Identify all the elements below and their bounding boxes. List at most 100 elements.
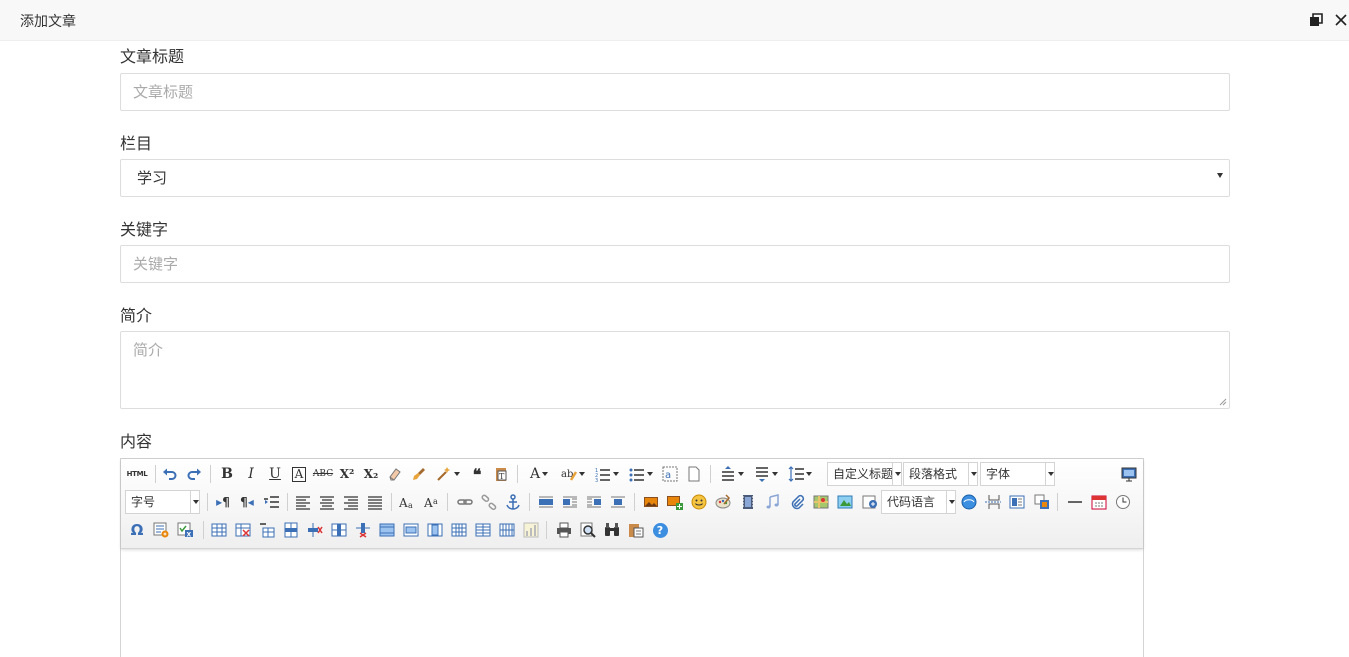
insertcol-icon[interactable] — [329, 520, 349, 540]
background-icon[interactable] — [1032, 492, 1052, 512]
close-icon[interactable] — [1333, 12, 1349, 28]
resize-grip-icon[interactable] — [1219, 398, 1227, 406]
gmap-icon[interactable] — [835, 492, 855, 512]
title-input[interactable]: 文章标题 — [120, 73, 1230, 111]
deletetable-icon[interactable] — [233, 520, 253, 540]
toolbar-separator — [207, 493, 208, 511]
image-none-icon[interactable] — [536, 492, 556, 512]
splittocols-icon[interactable] — [497, 520, 517, 540]
underline-button[interactable]: U — [265, 464, 285, 484]
maximize-icon[interactable] — [1308, 12, 1324, 28]
snapscreen-icon[interactable] — [151, 520, 171, 540]
autotypeset-button[interactable] — [433, 464, 463, 484]
redo-icon[interactable] — [184, 464, 204, 484]
selectall-icon[interactable]: a — [660, 464, 680, 484]
bold-button[interactable]: B — [217, 464, 237, 484]
fullscreen-icon[interactable] — [1119, 464, 1139, 484]
font-size-dropdown[interactable]: 字号 — [125, 490, 200, 514]
preview-icon[interactable] — [578, 520, 598, 540]
template-icon[interactable] — [1007, 492, 1027, 512]
simpleupload-image-icon[interactable] — [641, 492, 661, 512]
anchor-icon[interactable] — [503, 492, 523, 512]
link-icon[interactable] — [455, 492, 475, 512]
undo-icon[interactable] — [160, 464, 180, 484]
superscript-button[interactable]: X² — [337, 464, 357, 484]
mergecells-icon[interactable] — [377, 520, 397, 540]
scrawl-icon[interactable] — [713, 492, 733, 512]
date-icon[interactable] — [1089, 492, 1109, 512]
summary-textarea[interactable]: 简介 — [120, 331, 1230, 409]
fontborder-button[interactable]: A — [289, 464, 309, 484]
insertimage-icon[interactable] — [665, 492, 685, 512]
backcolor-button[interactable]: ab — [559, 464, 587, 484]
mergedown-icon[interactable] — [425, 520, 445, 540]
map-icon[interactable] — [811, 492, 831, 512]
tolowercase-icon[interactable]: Aa — [422, 492, 442, 512]
forecolor-button[interactable]: A — [525, 464, 553, 484]
insertparagraphbeforetable-icon[interactable] — [257, 520, 277, 540]
strikethrough-button[interactable]: ABC — [313, 464, 333, 484]
special-char-button[interactable]: Ω — [127, 520, 147, 540]
blockquote-button[interactable]: ❝ — [467, 464, 487, 484]
cleardoc-icon[interactable] — [684, 464, 704, 484]
insertframe-icon[interactable] — [860, 492, 880, 512]
image-right-icon[interactable] — [584, 492, 604, 512]
touppercase-icon[interactable]: Aa — [397, 492, 417, 512]
brush-icon[interactable] — [409, 464, 429, 484]
editor-content-area[interactable] — [121, 550, 1143, 657]
insertrow-icon[interactable] — [281, 520, 301, 540]
svg-text:X: X — [187, 532, 192, 539]
chevron-down-icon — [190, 491, 199, 513]
indent-icon[interactable] — [261, 492, 281, 512]
insertvideo-icon[interactable] — [738, 492, 758, 512]
lineheight-button[interactable] — [786, 464, 814, 484]
time-icon[interactable] — [1113, 492, 1133, 512]
keywords-input[interactable]: 关键字 — [120, 245, 1230, 283]
mergeright-icon[interactable] — [401, 520, 421, 540]
svg-text:a: a — [665, 470, 671, 481]
toolbar-separator — [391, 493, 392, 511]
attachment-icon[interactable] — [787, 492, 807, 512]
pagebreak-icon[interactable] — [983, 492, 1003, 512]
wordimage-icon[interactable]: X — [175, 520, 195, 540]
align-right-icon[interactable] — [341, 492, 361, 512]
pasteplain-icon[interactable]: T — [491, 464, 511, 484]
splittorows-icon[interactable] — [473, 520, 493, 540]
font-family-dropdown[interactable]: 字体 — [980, 462, 1055, 486]
inserttable-icon[interactable] — [209, 520, 229, 540]
print-icon[interactable] — [554, 520, 574, 540]
subscript-button[interactable]: X₂ — [361, 464, 381, 484]
align-center-icon[interactable] — [317, 492, 337, 512]
toolbar-separator — [1057, 493, 1058, 511]
deleterow-icon[interactable] — [305, 520, 325, 540]
html-source-button[interactable]: HTML — [127, 464, 148, 484]
directionality-rtl-button[interactable]: ¶◂ — [237, 492, 257, 512]
code-language-dropdown[interactable]: 代码语言 — [881, 490, 956, 514]
emotion-icon[interactable] — [689, 492, 709, 512]
custom-heading-dropdown[interactable]: 自定义标题 — [827, 462, 902, 486]
align-left-icon[interactable] — [293, 492, 313, 512]
image-left-icon[interactable] — [560, 492, 580, 512]
unlink-icon[interactable] — [479, 492, 499, 512]
eraser-icon[interactable] — [385, 464, 405, 484]
drafts-icon[interactable] — [626, 520, 646, 540]
rowspacingtop-button[interactable] — [718, 464, 746, 484]
charts-icon[interactable] — [521, 520, 541, 540]
italic-button[interactable]: I — [241, 464, 261, 484]
summary-placeholder: 简介 — [133, 341, 164, 359]
webapp-icon[interactable] — [959, 492, 979, 512]
horizontal-rule-icon[interactable] — [1065, 492, 1085, 512]
directionality-ltr-button[interactable]: ▸¶ — [213, 492, 233, 512]
ordered-list-button[interactable]: 123 — [593, 464, 621, 484]
rowspacingbottom-button[interactable] — [752, 464, 780, 484]
searchreplace-icon[interactable] — [602, 520, 622, 540]
help-icon[interactable]: ? — [650, 520, 670, 540]
paragraph-format-dropdown[interactable]: 段落格式 — [903, 462, 978, 486]
deletecol-icon[interactable] — [353, 520, 373, 540]
splittocells-icon[interactable] — [449, 520, 469, 540]
unordered-list-button[interactable] — [627, 464, 655, 484]
music-icon[interactable] — [762, 492, 782, 512]
align-justify-icon[interactable] — [365, 492, 385, 512]
category-select[interactable]: 学习 — [120, 159, 1230, 197]
image-center-icon[interactable] — [608, 492, 628, 512]
